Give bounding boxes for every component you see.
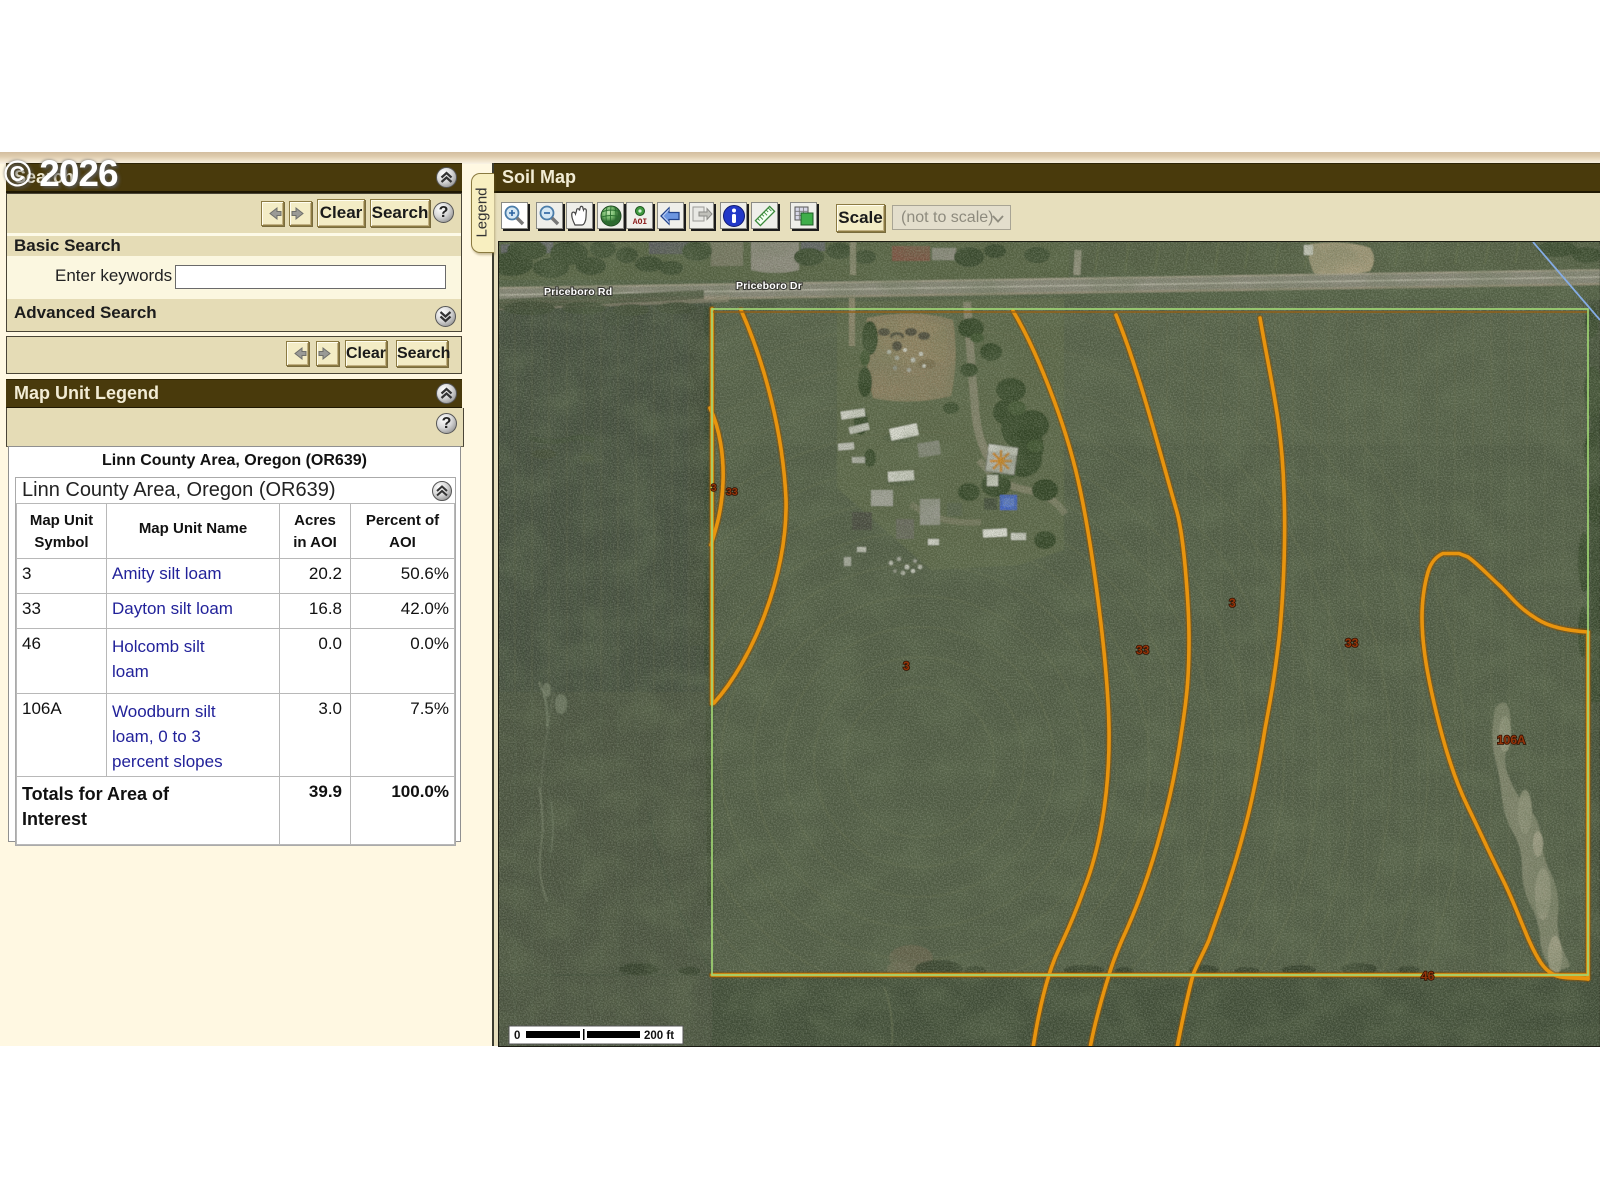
svg-text:33: 33 <box>1345 636 1359 650</box>
svg-text:Priceboro Rd: Priceboro Rd <box>544 286 612 298</box>
svg-text:33: 33 <box>1136 643 1150 657</box>
svg-text:33: 33 <box>726 486 738 498</box>
svg-text:3: 3 <box>903 659 910 673</box>
svg-text:46: 46 <box>1421 969 1435 983</box>
svg-text:0: 0 <box>514 1030 520 1042</box>
svg-text:106A: 106A <box>1497 733 1526 747</box>
svg-text:3: 3 <box>711 483 717 494</box>
svg-text:AOI: AOI <box>633 218 648 227</box>
svg-text:200 ft: 200 ft <box>644 1030 674 1042</box>
svg-text:Priceboro Dr: Priceboro Dr <box>736 280 802 292</box>
svg-text:3: 3 <box>1229 596 1236 610</box>
